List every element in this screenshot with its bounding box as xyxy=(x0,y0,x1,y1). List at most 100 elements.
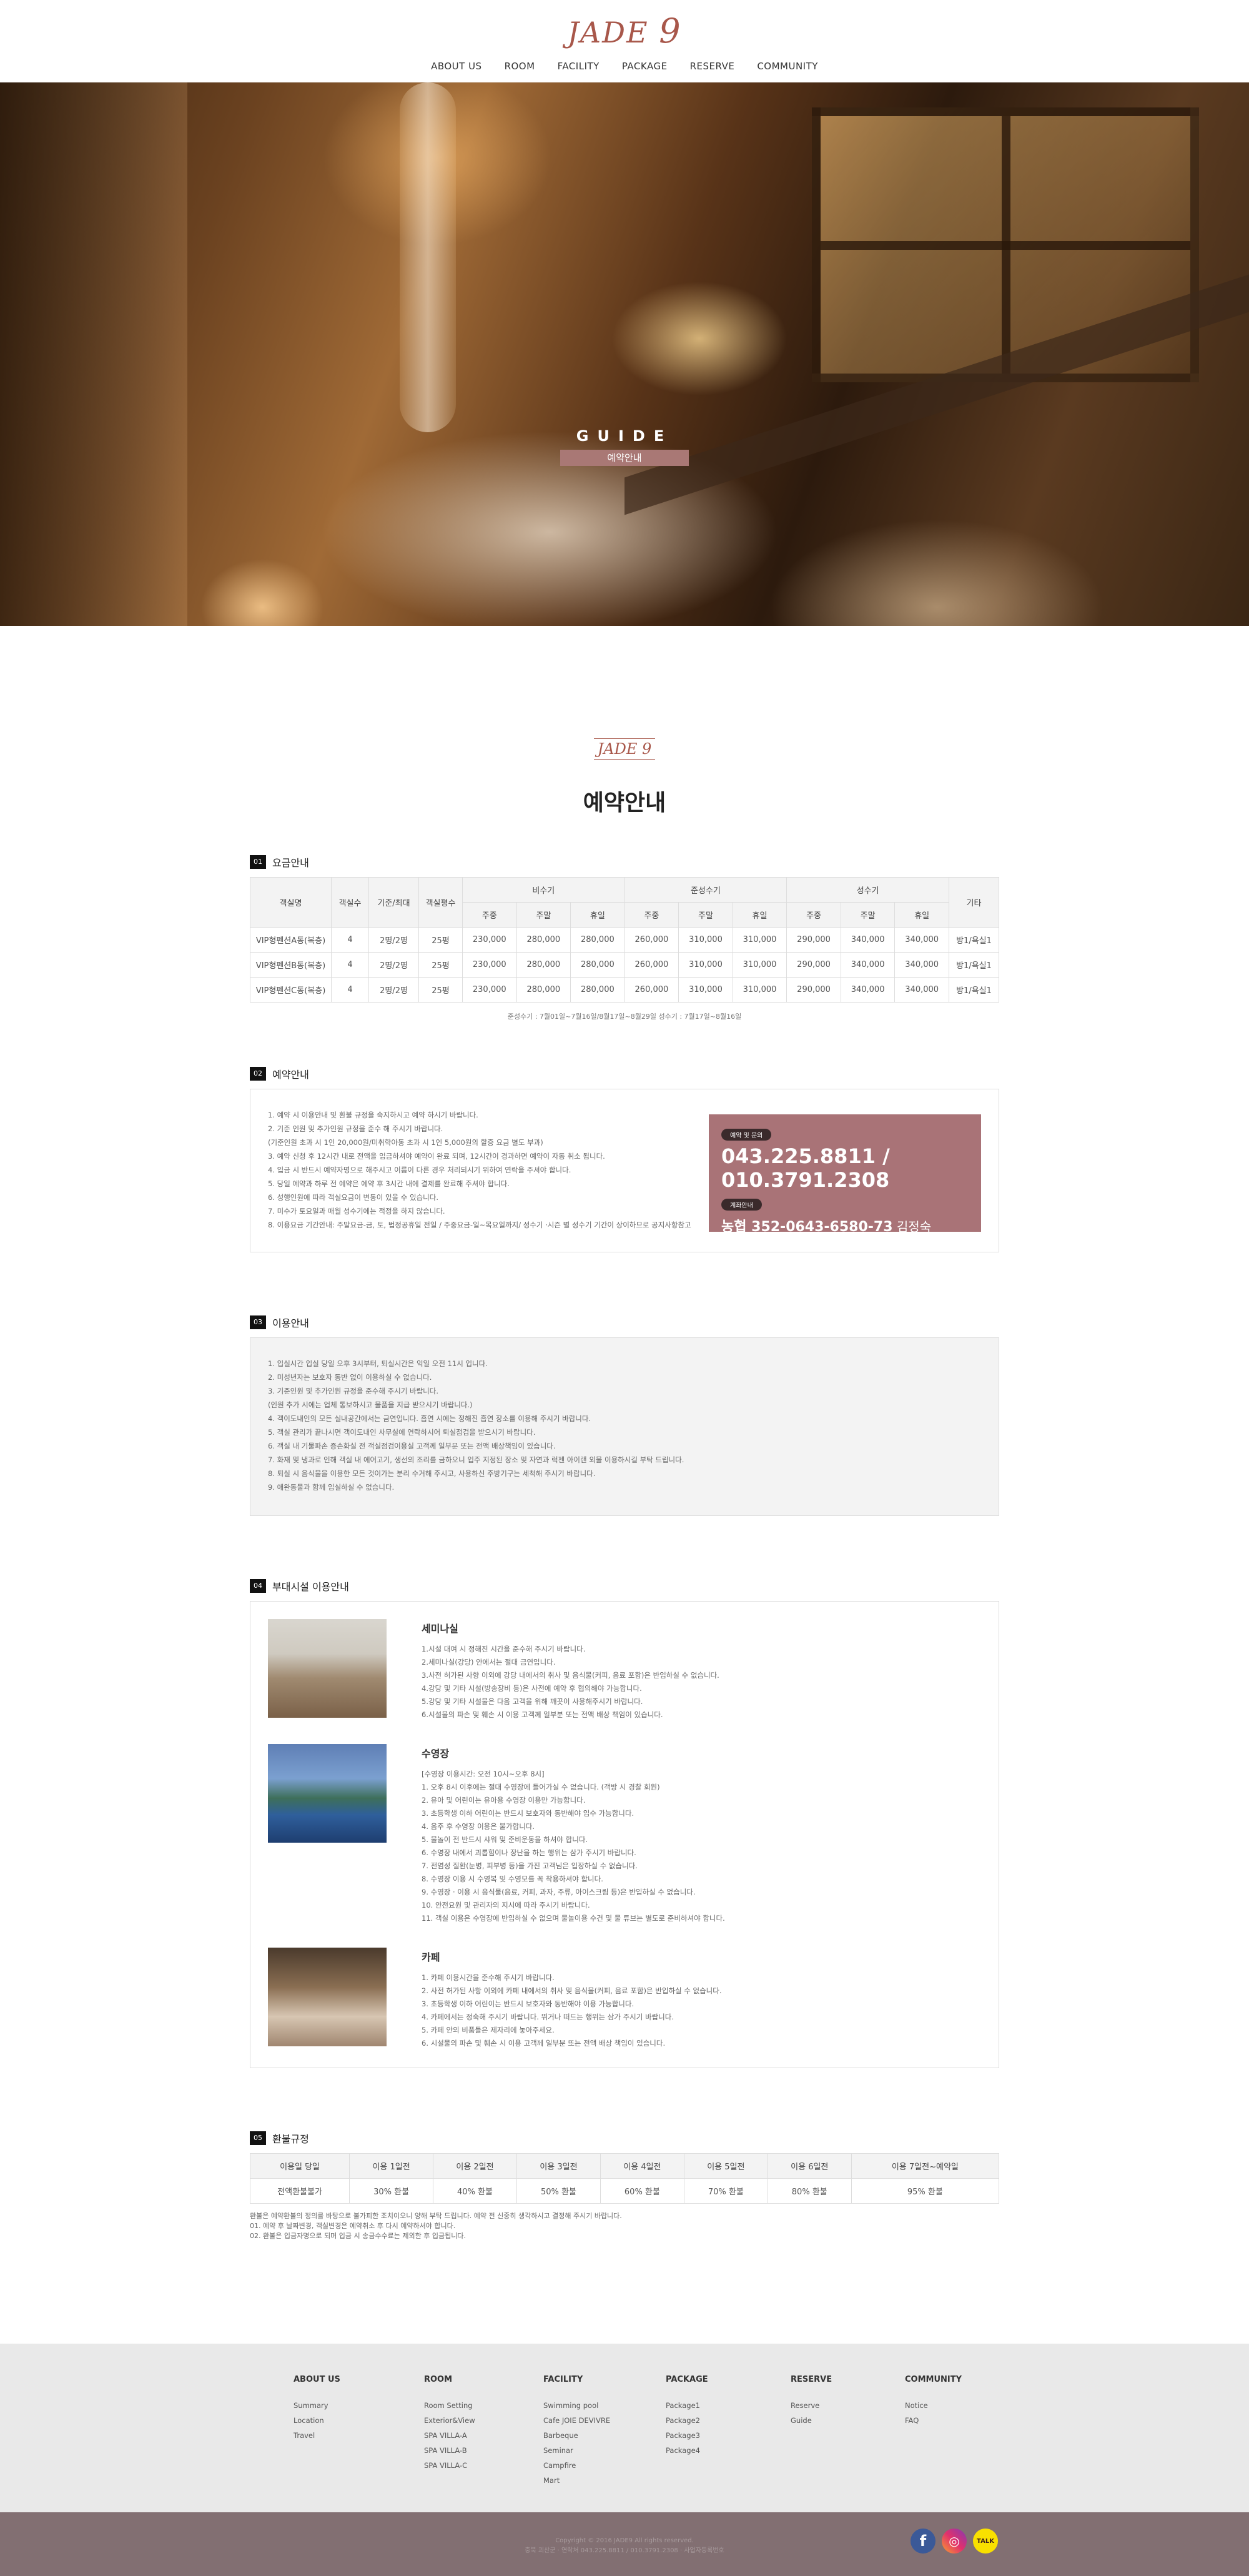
nav-package[interactable]: PACKAGE xyxy=(622,61,668,72)
facility-rule-line: 10. 안전요원 및 관리자의 지시에 따라 주시기 바랍니다. xyxy=(422,1901,590,1910)
usage-rule-line: 9. 애완동물과 함께 입실하실 수 없습니다. xyxy=(268,1483,395,1492)
table-cell: 230,000 xyxy=(462,977,517,1003)
usage-box: 1. 입실시간 입실 당일 오후 3시부터, 퇴실시간은 익일 오전 11시 입… xyxy=(250,1337,999,1516)
footer-link[interactable]: Seminar xyxy=(543,2443,666,2458)
facility-rule-line: 9. 수영장 · 이용 시 음식물(음료, 커피, 과자, 주류, 아이스크림 … xyxy=(422,1888,696,1896)
facility-title: 수영장 xyxy=(422,1748,450,1760)
facility-rule-line: 5. 카페 안의 비품들은 제자리에 놓아주세요. xyxy=(422,2026,555,2034)
refund-cell: 70% 환불 xyxy=(683,2178,768,2204)
refund-header-cell: 이용 5일전 xyxy=(683,2153,768,2179)
table-cell: 230,000 xyxy=(462,952,517,978)
table-cell: 340,000 xyxy=(840,952,896,978)
footer-link[interactable]: Reserve xyxy=(791,2398,905,2413)
footer-link[interactable]: Swimming pool xyxy=(543,2398,666,2413)
facility-rule-line: 2.세미나실(강당) 안에서는 절대 금연입니다. xyxy=(422,1658,556,1667)
refund-header-cell: 이용 7일전~예약일 xyxy=(851,2153,1000,2179)
facility-rule-line: 2. 유아 및 어린이는 유아용 수영장 이용만 가능합니다. xyxy=(422,1796,586,1805)
usage-rule-line: 5. 객실 관리가 끝나시면 객이도내인 사무실에 연락하시어 퇴실점검을 받으… xyxy=(268,1428,536,1437)
footer-link[interactable]: SPA VILLA-A xyxy=(424,2428,543,2443)
facility-rules: [수영장 이용시간: 오전 10시~오후 8시] 1. 오후 8시 이후에는 절대… xyxy=(422,1768,725,1925)
footer-link[interactable]: SPA VILLA-B xyxy=(424,2443,543,2458)
table-cell: 방1/욕실1 xyxy=(949,977,999,1003)
refund-cell: 40% 환불 xyxy=(433,2178,517,2204)
footer-col-title: PACKAGE xyxy=(666,2375,708,2384)
refund-header-cell: 이용 4일전 xyxy=(600,2153,684,2179)
usage-rule-line: 4. 객이도내인의 모든 실내공간에서는 금연입니다. 흡연 시에는 정해진 흡… xyxy=(268,1414,591,1423)
season-note: 준성수기 : 7월01일~7월16일/8월17일~8월29일 성수기 : 7월1… xyxy=(507,1013,742,1021)
footer-link[interactable]: FAQ xyxy=(905,2413,1005,2428)
contact-phone[interactable]: 043.225.8811 / 010.3791.2308 xyxy=(721,1144,969,1192)
footer-link[interactable]: SPA VILLA-C xyxy=(424,2458,543,2473)
refund-cell: 95% 환불 xyxy=(851,2178,1000,2204)
table-cell: 280,000 xyxy=(570,927,625,953)
footer-link[interactable]: Package4 xyxy=(666,2443,791,2458)
table-cell: 310,000 xyxy=(678,927,733,953)
table-cell: 310,000 xyxy=(678,952,733,978)
footer-sitemap: ABOUT US Summary Location Travel ROOM Room Se… xyxy=(294,2375,1005,2488)
footer-link[interactable]: Room Setting xyxy=(424,2398,543,2413)
footer-link[interactable]: Package1 xyxy=(666,2398,791,2413)
nav-room[interactable]: ROOM xyxy=(505,61,535,72)
nav-community[interactable]: COMMUNITY xyxy=(757,61,818,72)
table-row: VIP형펜션C동(복층) 4 2명/2명 25평 230,000 280,000 280,0… xyxy=(250,977,999,1003)
refund-table: 이용일 당일 이용 1일전 이용 2일전 이용 3일전 이용 4일전 이용 5일전 이용 6… xyxy=(249,2153,1000,2204)
nav-reserve[interactable]: RESERVE xyxy=(690,61,735,72)
refund-note-line: 01. 예약 후 날짜변경, 객실변경은 예약취소 후 다시 예약하셔야 합니다… xyxy=(250,2222,456,2230)
footer-link[interactable]: Mart xyxy=(543,2473,666,2488)
nav-about[interactable]: ABOUT US xyxy=(431,61,482,72)
table-cell: 310,000 xyxy=(732,927,787,953)
facility-title: 세미나실 xyxy=(422,1623,458,1635)
facility-rule-line: 2. 사전 허가된 사항 이외에 카페 내에서의 취사 및 음식물(커피, 음료… xyxy=(422,1986,722,1995)
refund-header-cell: 이용 3일전 xyxy=(516,2153,601,2179)
table-cell: 290,000 xyxy=(786,977,841,1003)
main-nav: ABOUT US ROOM FACILITY PACKAGE RESERVE C… xyxy=(0,61,1249,72)
facility-rule-line: 1. 오후 8시 이후에는 절대 수영장에 들어가실 수 없습니다. (객방 시… xyxy=(422,1783,660,1791)
table-cell: 310,000 xyxy=(678,977,733,1003)
usage-rule-line: (인원 추가 시에는 업체 통보하시고 물품을 지급 받으시기 바랍니다.) xyxy=(268,1400,473,1409)
instagram-icon[interactable]: ◎ xyxy=(942,2529,967,2554)
footer-link[interactable]: Barbeque xyxy=(543,2428,666,2443)
footer-link[interactable]: Package2 xyxy=(666,2413,791,2428)
facility-rule-line: 7. 전염성 질환(눈병, 피부병 등)을 가진 고객님은 입장하실 수 없습니… xyxy=(422,1861,638,1870)
hero-banner: GUIDE 예약안내 xyxy=(0,82,1249,626)
nav-facility[interactable]: FACILITY xyxy=(558,61,600,72)
kakaotalk-icon[interactable]: TALK xyxy=(973,2529,998,2554)
footer-col-title: COMMUNITY xyxy=(905,2375,962,2384)
footer-col-title: FACILITY xyxy=(543,2375,583,2384)
contact-box: 예약 및 문의 043.225.8811 / 010.3791.2308 계좌안… xyxy=(709,1114,981,1235)
table-cell: 280,000 xyxy=(516,927,571,953)
table-row: VIP형펜션A동(복층) 4 2명/2명 25평 230,000 280,000 280,0… xyxy=(250,927,999,953)
facility-rule-line: 1. 카페 이용시간을 준수해 주시기 바랍니다. xyxy=(422,1973,555,1982)
facility-box: 세미나실 1.시설 대여 시 정해진 시간을 준수해 주시기 바랍니다. 2.세미나… xyxy=(250,1601,999,2068)
footer-col-room: ROOM Room Setting Exterior&View SPA VILLA-A… xyxy=(424,2375,543,2488)
footer-col-title: ABOUT US xyxy=(294,2375,340,2384)
footer-link[interactable]: Travel xyxy=(294,2428,424,2443)
facility-rule-line: 4. 카페에서는 정숙해 주시기 바랍니다. 뛰거나 떠드는 행위는 삼가 주시… xyxy=(422,2013,674,2021)
table-row: VIP형펜션B동(복층) 4 2명/2명 25평 230,000 280,000 280,0… xyxy=(250,952,999,978)
footer-link[interactable]: Guide xyxy=(791,2413,905,2428)
footer-link[interactable]: Cafe JOIE DEVIVRE xyxy=(543,2413,666,2428)
table-cell: 260,000 xyxy=(624,927,679,953)
facility-photo xyxy=(268,1744,387,1843)
site-logo[interactable]: JADE 9 xyxy=(0,0,1249,51)
usage-rule-line: 6. 객실 내 기물파손 증손화실 전 객실점검이용실 고객께 일부분 또는 전… xyxy=(268,1442,556,1450)
facility-photo xyxy=(268,1948,387,2046)
facility-rule-line: 3.사전 허가된 사항 이외에 강당 내에서의 취사 및 음식물(커피, 음료 … xyxy=(422,1671,719,1680)
facebook-icon[interactable]: f xyxy=(911,2529,936,2554)
footer-link[interactable]: Exterior&View xyxy=(424,2413,543,2428)
footer-link[interactable]: Package3 xyxy=(666,2428,791,2443)
refund-cell: 30% 환불 xyxy=(349,2178,434,2204)
hero-subtitle: 예약안내 xyxy=(560,450,689,466)
footer-link[interactable]: Campfire xyxy=(543,2458,666,2473)
table-cell: 280,000 xyxy=(516,952,571,978)
footer-link[interactable]: Notice xyxy=(905,2398,1005,2413)
refund-notes: 환불은 예약환불의 정의를 바탕으로 불가피한 조치이오니 양해 부탁 드립니다… xyxy=(250,2211,999,2241)
table-cell: 방1/욕실1 xyxy=(949,927,999,953)
footer-bottom: Copyright © 2016 JADE9 All rights reserv… xyxy=(0,2512,1249,2576)
facility-title: 카페 xyxy=(422,1951,440,1963)
footer-link[interactable]: Location xyxy=(294,2413,424,2428)
table-cell: 25평 xyxy=(418,977,463,1003)
footer-link[interactable]: Summary xyxy=(294,2398,424,2413)
usage-section-heading: 03 이용안내 xyxy=(250,1315,999,1330)
section-logo: JADE 9 xyxy=(250,738,999,760)
